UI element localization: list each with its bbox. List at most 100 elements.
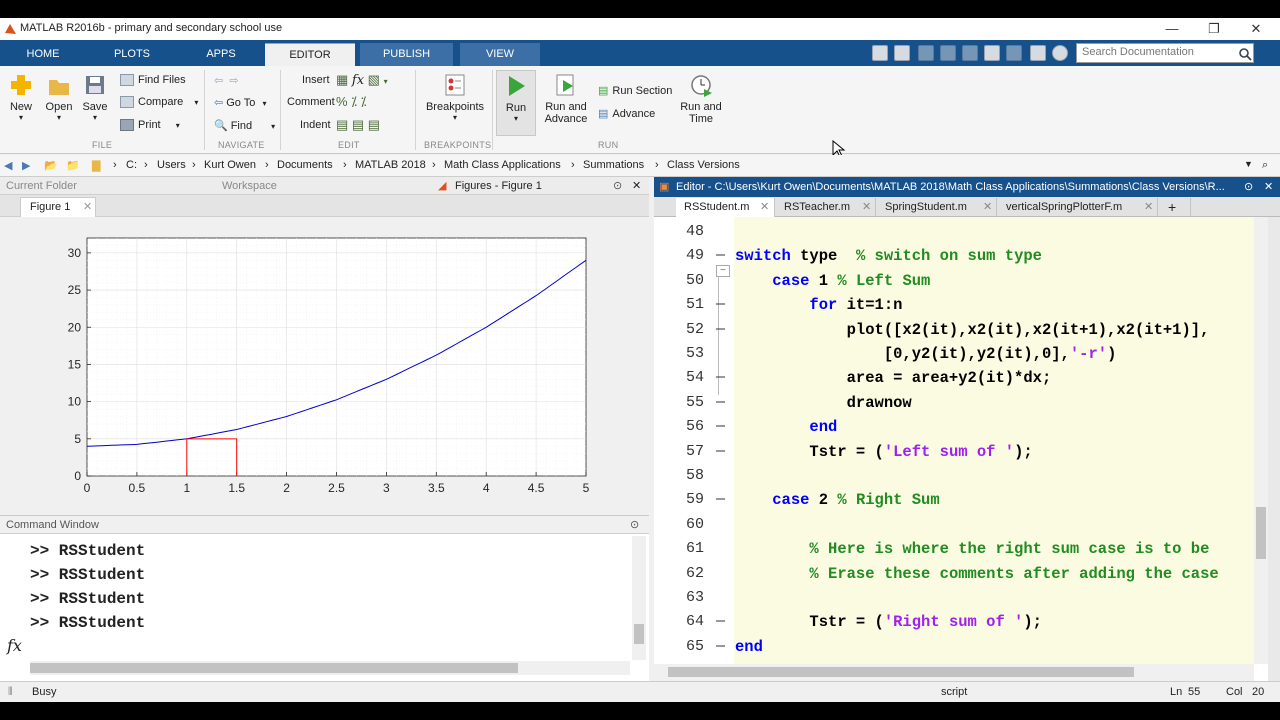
run-and-advance-button[interactable]: Run and Advance: [543, 72, 589, 125]
close-tab-icon[interactable]: ✕: [983, 198, 992, 217]
close-tab-icon[interactable]: ✕: [1144, 198, 1153, 217]
fx-prompt-icon[interactable]: fx: [7, 636, 22, 655]
code-token: 'Right sum of ': [883, 613, 1024, 632]
indent-button[interactable]: Indent: [300, 119, 331, 131]
command-horizontal-scrollbar[interactable]: [30, 661, 630, 675]
find-files-button[interactable]: Find Files: [120, 74, 186, 87]
browse-folder-icon[interactable]: 📁: [66, 159, 80, 172]
editor-options-icon[interactable]: ⊙: [1244, 177, 1253, 197]
code-fold-toggle[interactable]: −: [716, 265, 730, 277]
switch-windows-icon[interactable]: [1030, 45, 1046, 61]
compare-button[interactable]: Compare ▾: [120, 96, 198, 109]
paste-icon[interactable]: [962, 45, 978, 61]
editor-tab-rsstudent[interactable]: RSStudent.m ✕: [676, 198, 775, 217]
breakpoint-dash[interactable]: —: [716, 613, 725, 630]
code-area[interactable]: − 48 49 — switch type % switch on sum type 5…: [654, 217, 1254, 664]
current-folder-tab[interactable]: Current Folder: [6, 177, 77, 195]
find-button[interactable]: 🔍 Find ▾: [214, 119, 275, 132]
path-search-icon[interactable]: ⌕: [1262, 159, 1268, 172]
print-button[interactable]: Print ▾: [120, 119, 180, 132]
breakpoint-dash[interactable]: —: [716, 394, 725, 411]
insert-button[interactable]: Insert: [302, 74, 330, 86]
search-icon[interactable]: [1238, 47, 1252, 61]
breakpoint-dash[interactable]: —: [716, 443, 725, 460]
save-button[interactable]: Save ▾: [80, 72, 110, 122]
tab-plots[interactable]: PLOTS: [96, 43, 168, 66]
close-window-button[interactable]: ✕: [1236, 19, 1276, 39]
code-token: );: [1023, 613, 1042, 632]
comment-icons[interactable]: % ⁒ ⁒: [336, 94, 366, 110]
indent-icons[interactable]: ▤ ▤ ▤: [336, 117, 380, 133]
breakpoint-dash[interactable]: —: [716, 296, 725, 313]
breadcrumb-kurt-owen[interactable]: Kurt Owen: [204, 159, 256, 171]
close-tab-icon[interactable]: ✕: [862, 198, 871, 217]
breakpoint-dash[interactable]: —: [716, 491, 725, 508]
redo-icon[interactable]: [1006, 45, 1022, 61]
back-forward-buttons[interactable]: ⇦ ⇨: [214, 74, 239, 87]
close-editor-icon[interactable]: ✕: [1264, 177, 1273, 197]
tab-label: SpringStudent.m: [885, 201, 967, 213]
minimize-button[interactable]: —: [1152, 19, 1192, 39]
breakpoints-button[interactable]: Breakpoints ▾: [424, 72, 486, 122]
editor-tab-springstudent[interactable]: SpringStudent.m ✕: [877, 198, 997, 217]
tab-publish[interactable]: PUBLISH: [360, 43, 453, 66]
breadcrumb-math-class-applications[interactable]: Math Class Applications: [444, 159, 561, 171]
restore-button[interactable]: ❐: [1194, 19, 1234, 39]
open-button[interactable]: Open ▾: [44, 72, 74, 122]
up-folder-icon[interactable]: 📂: [44, 159, 58, 172]
close-tab-icon[interactable]: ✕: [760, 198, 769, 217]
editor-vertical-scrollbar[interactable]: [1254, 217, 1268, 664]
breakpoint-dash[interactable]: —: [716, 418, 725, 435]
new-tab-button[interactable]: +: [1159, 198, 1191, 217]
editor-tab-verticalspringplotterf[interactable]: verticalSpringPlotterF.m ✕: [998, 198, 1158, 217]
code-token: 2: [809, 491, 838, 510]
search-documentation-input[interactable]: Search Documentation: [1076, 43, 1254, 63]
path-dropdown-icon[interactable]: ▼: [1244, 159, 1253, 169]
editor-tab-rsteacher[interactable]: RSTeacher.m ✕: [776, 198, 876, 217]
tab-editor[interactable]: EDITOR: [265, 43, 355, 66]
run-and-time-button[interactable]: Run and Time: [678, 72, 724, 125]
comment-button[interactable]: Comment: [287, 96, 335, 108]
command-vertical-scrollbar[interactable]: [632, 536, 646, 660]
editor-horizontal-scrollbar[interactable]: [654, 664, 1254, 681]
scroll-thumb[interactable]: [668, 667, 1134, 677]
copy-icon[interactable]: [940, 45, 956, 61]
back-icon[interactable]: ◀: [4, 159, 12, 172]
scroll-thumb[interactable]: [30, 663, 518, 673]
close-figure-tab-icon[interactable]: ✕: [83, 198, 92, 216]
run-section-button[interactable]: ▤ Run Section: [598, 84, 672, 97]
command-window-options-icon[interactable]: ⊙: [630, 516, 639, 534]
scroll-thumb[interactable]: [1256, 507, 1266, 559]
advance-button[interactable]: ▤ Advance: [598, 107, 655, 120]
forward-icon[interactable]: ▶: [22, 159, 30, 172]
figure-1-tab[interactable]: Figure 1 ✕: [20, 197, 96, 217]
breadcrumb-c[interactable]: C:: [126, 159, 137, 171]
edit-group-label: EDIT: [338, 140, 360, 150]
breakpoint-dash[interactable]: —: [716, 247, 725, 264]
help-icon[interactable]: [1052, 45, 1068, 61]
workspace-tab[interactable]: Workspace: [222, 177, 277, 195]
panel-options-icon[interactable]: ⊙: [613, 177, 622, 195]
breadcrumb-documents[interactable]: Documents: [277, 159, 333, 171]
breadcrumb-users[interactable]: Users: [157, 159, 186, 171]
tab-view[interactable]: VIEW: [460, 43, 540, 66]
breakpoint-dash[interactable]: —: [716, 638, 725, 655]
breadcrumb-class-versions[interactable]: Class Versions: [667, 159, 740, 171]
scroll-thumb[interactable]: [634, 624, 644, 644]
undo-icon[interactable]: [984, 45, 1000, 61]
breadcrumb-summations[interactable]: Summations: [583, 159, 644, 171]
tab-apps[interactable]: APPS: [186, 43, 256, 66]
run-button[interactable]: Run ▾: [496, 70, 536, 136]
close-figures-icon[interactable]: ✕: [632, 177, 641, 195]
save-quick-icon[interactable]: [894, 45, 910, 61]
insert-icons[interactable]: ▦ fx ▧ ▾: [336, 72, 388, 88]
tab-home[interactable]: HOME: [8, 43, 78, 66]
breadcrumb-matlab-2018[interactable]: MATLAB 2018: [355, 159, 426, 171]
breakpoint-dash[interactable]: —: [716, 321, 725, 338]
x-tick-label: 0.5: [129, 481, 146, 495]
go-to-button[interactable]: ⇦ Go To ▾: [214, 96, 266, 109]
new-button[interactable]: New ▾: [6, 72, 36, 122]
breakpoint-dash[interactable]: —: [716, 369, 725, 386]
quick-access-icon[interactable]: [872, 45, 888, 61]
cut-icon[interactable]: [918, 45, 934, 61]
